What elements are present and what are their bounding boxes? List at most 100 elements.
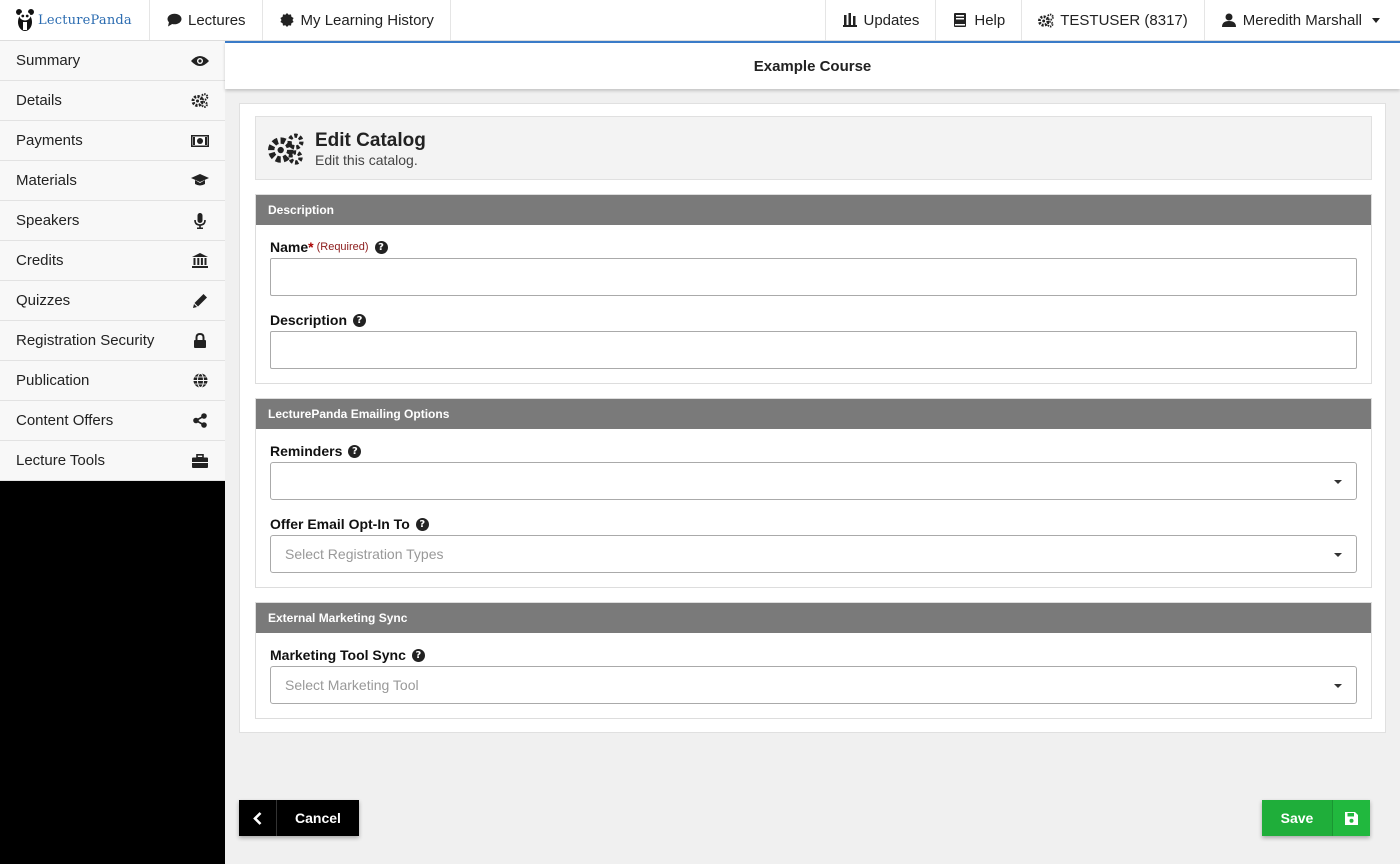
nav-updates-label: Updates — [863, 11, 920, 29]
marketing-sync-section: External Marketing Sync Marketing Tool S… — [255, 602, 1372, 719]
sidebar-item-registration-security[interactable]: Registration Security — [0, 321, 225, 361]
sidebar-item-label: Speakers — [16, 212, 80, 229]
nav-lectures[interactable]: Lectures — [150, 0, 263, 40]
graduation-cap-icon — [191, 173, 209, 189]
nav-learning-history-label: My Learning History — [300, 11, 434, 29]
brand-name: LecturePanda — [38, 12, 132, 28]
caret-down-icon — [1334, 684, 1342, 688]
caret-down-icon — [1334, 553, 1342, 557]
eye-icon — [191, 53, 209, 69]
marketing-sync-field-label: Marketing Tool Sync ? — [270, 647, 425, 663]
marketing-tool-select[interactable]: Select Marketing Tool — [270, 666, 1357, 704]
nav-user-menu[interactable]: Meredith Marshall — [1203, 0, 1400, 40]
question-circle-icon[interactable]: ? — [353, 313, 367, 327]
section-heading: Description — [256, 195, 1371, 225]
sidebar-item-label: Registration Security — [16, 332, 155, 349]
registration-types-placeholder: Select Registration Types — [285, 546, 444, 562]
briefcase-icon — [191, 453, 209, 469]
sidebar-item-label: Lecture Tools — [16, 452, 105, 469]
nav-user-label: Meredith Marshall — [1242, 11, 1362, 29]
brand-logo[interactable]: LecturePanda — [0, 0, 150, 40]
panda-logo-icon — [16, 9, 34, 31]
sidebar-item-label: Publication — [16, 372, 90, 389]
question-circle-icon[interactable]: ? — [374, 240, 388, 254]
nav-account-label: TESTUSER (8317) — [1060, 11, 1188, 29]
sidebar-item-summary[interactable]: Summary — [0, 41, 225, 81]
edit-catalog-panel: Edit Catalog Edit this catalog. Descript… — [239, 103, 1386, 733]
updates-icon — [842, 12, 858, 28]
sidebar-item-details[interactable]: Details — [0, 81, 225, 121]
institution-icon — [191, 253, 209, 269]
save-button-label: Save — [1280, 810, 1314, 826]
nav-help[interactable]: Help — [935, 0, 1021, 40]
name-label-text: Name — [270, 239, 309, 255]
chevron-down-icon — [1372, 17, 1380, 23]
sidebar-item-payments[interactable]: Payments — [0, 121, 225, 161]
sidebar-item-publication[interactable]: Publication — [0, 361, 225, 401]
sidebar-item-label: Summary — [16, 52, 81, 69]
share-icon — [191, 413, 209, 429]
required-asterisk: * — [308, 239, 314, 255]
optin-label-text: Offer Email Opt-In To — [270, 516, 410, 532]
sidebar-item-materials[interactable]: Materials — [0, 161, 225, 201]
sidebar-item-content-offers[interactable]: Content Offers — [0, 401, 225, 441]
nav-account-switcher[interactable]: TESTUSER (8317) — [1021, 0, 1204, 40]
gears-icon — [268, 133, 304, 170]
optin-field-label: Offer Email Opt-In To ? — [270, 516, 429, 532]
caret-down-icon — [1334, 480, 1342, 484]
edit-catalog-header: Edit Catalog Edit this catalog. — [255, 116, 1372, 180]
sidebar-item-label: Quizzes — [16, 292, 71, 309]
sidebar-item-label: Materials — [16, 172, 77, 189]
gears-icon — [191, 93, 209, 109]
nav-lectures-label: Lectures — [188, 11, 246, 29]
sidebar-item-speakers[interactable]: Speakers — [0, 201, 225, 241]
question-circle-icon[interactable]: ? — [411, 648, 425, 662]
description-section: Description Name * (Required) ? Descript… — [255, 194, 1372, 384]
page-title: Edit Catalog — [315, 130, 426, 151]
section-heading: External Marketing Sync — [256, 603, 1371, 633]
name-input[interactable] — [270, 258, 1357, 296]
course-title: Example Course — [753, 57, 872, 75]
reminders-label-text: Reminders — [270, 443, 343, 459]
nav-updates[interactable]: Updates — [824, 0, 936, 40]
sidebar-item-label: Credits — [16, 252, 64, 269]
sidebar-item-label: Details — [16, 92, 62, 109]
name-field-label: Name * (Required) ? — [270, 239, 388, 255]
description-label-text: Description — [270, 312, 348, 328]
description-input[interactable] — [270, 331, 1357, 369]
nav-learning-history[interactable]: My Learning History — [263, 0, 451, 40]
sidebar-item-lecture-tools[interactable]: Lecture Tools — [0, 441, 225, 481]
registration-types-select[interactable]: Select Registration Types — [270, 535, 1357, 573]
page-subtitle: Edit this catalog. — [315, 152, 418, 168]
question-circle-icon[interactable]: ? — [415, 517, 429, 531]
top-navbar: LecturePanda Lectures My Learning Histor… — [0, 0, 1400, 41]
money-icon — [191, 133, 209, 149]
reminders-field-label: Reminders ? — [270, 443, 362, 459]
description-field-label: Description ? — [270, 312, 367, 328]
sidebar-item-quizzes[interactable]: Quizzes — [0, 281, 225, 321]
marketing-sync-label-text: Marketing Tool Sync — [270, 647, 406, 663]
required-note: (Required) — [316, 241, 369, 253]
course-title-bar: Example Course — [225, 41, 1400, 89]
sidebar-item-credits[interactable]: Credits — [0, 241, 225, 281]
user-icon — [1221, 12, 1237, 28]
reminders-select[interactable] — [270, 462, 1357, 500]
nav-help-label: Help — [974, 11, 1006, 29]
floppy-disk-icon — [1332, 800, 1370, 836]
cancel-button[interactable]: Cancel — [239, 800, 359, 836]
badge-icon — [279, 12, 295, 28]
chat-bubble-icon — [166, 12, 182, 28]
section-heading: LecturePanda Emailing Options — [256, 399, 1371, 429]
sidebar-item-label: Content Offers — [16, 412, 114, 429]
lock-icon — [191, 333, 209, 349]
book-icon — [952, 12, 968, 28]
emailing-options-section: LecturePanda Emailing Options Reminders … — [255, 398, 1372, 588]
question-circle-icon[interactable]: ? — [348, 444, 362, 458]
microphone-icon — [191, 212, 209, 229]
chevron-left-icon — [239, 800, 277, 836]
gears-icon — [1038, 12, 1055, 28]
globe-icon — [191, 373, 209, 389]
save-button[interactable]: Save — [1262, 800, 1370, 836]
marketing-tool-placeholder: Select Marketing Tool — [285, 677, 419, 693]
cancel-button-label: Cancel — [295, 810, 341, 826]
